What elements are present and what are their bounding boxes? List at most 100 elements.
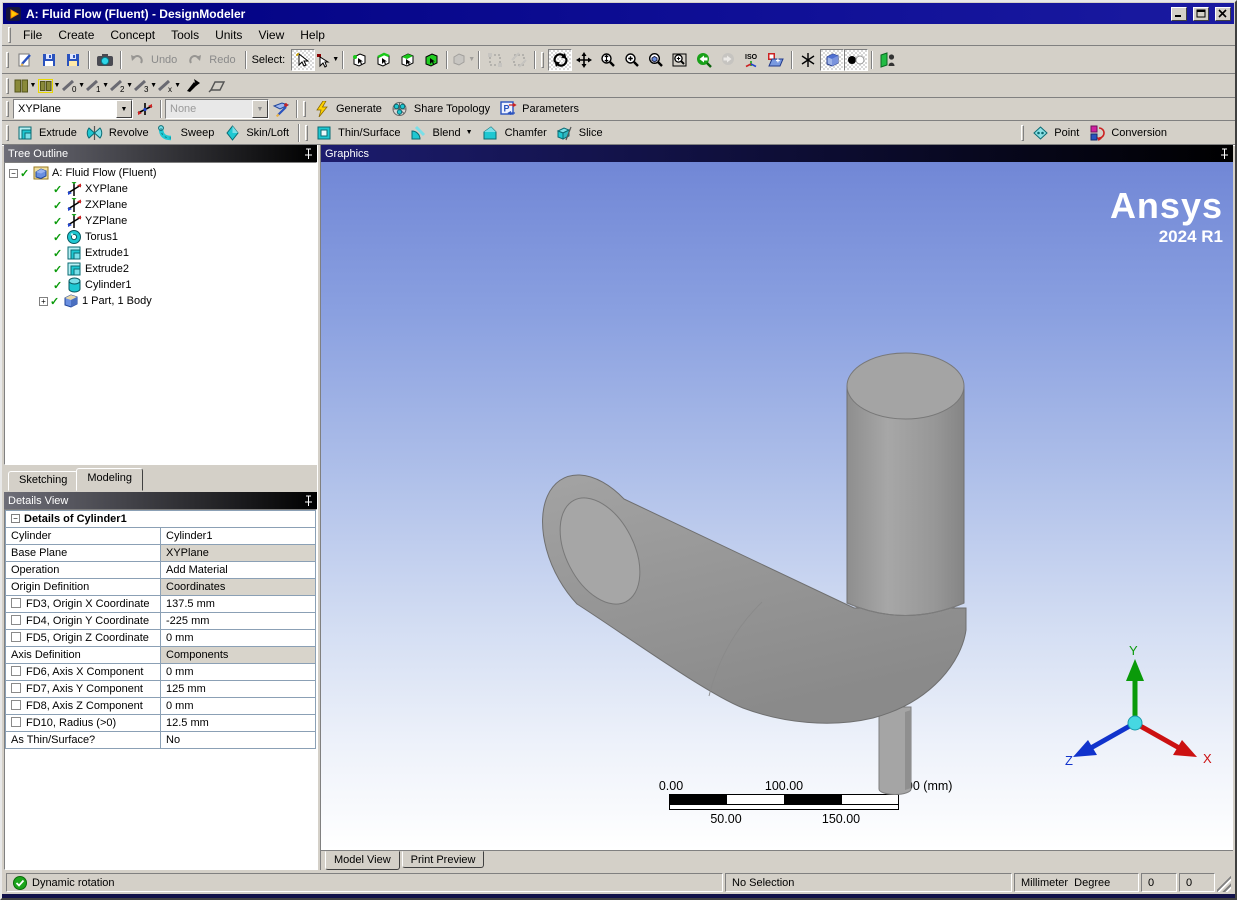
tab-model-view[interactable]: Model View: [325, 851, 400, 870]
parameter-checkbox[interactable]: [11, 717, 21, 727]
chamfer-icon[interactable]: [479, 122, 503, 144]
plane-selector[interactable]: XYPlane ▼: [13, 99, 133, 119]
previous-view-button[interactable]: [692, 49, 716, 71]
extrude-label[interactable]: Extrude: [37, 122, 83, 144]
collapse-icon[interactable]: −: [9, 169, 18, 178]
details-row-value[interactable]: No: [161, 732, 316, 749]
close-button[interactable]: [1215, 7, 1231, 21]
parameters-label[interactable]: Parameters: [520, 98, 585, 120]
vertices-display-button[interactable]: [205, 75, 229, 97]
details-row-value[interactable]: Components: [161, 647, 316, 664]
save-as-button[interactable]: [61, 49, 85, 71]
menu-concept[interactable]: Concept: [102, 26, 163, 44]
sweep-icon[interactable]: [155, 122, 179, 144]
zoom-in-button[interactable]: [620, 49, 644, 71]
maximize-button[interactable]: [1193, 7, 1209, 21]
screenshot-camera-button[interactable]: [93, 49, 117, 71]
minimize-button[interactable]: [1171, 7, 1187, 21]
new-document-button[interactable]: [13, 49, 37, 71]
axis-triad[interactable]: Y X Z: [1065, 645, 1215, 780]
menu-create[interactable]: Create: [50, 26, 102, 44]
undo-icon[interactable]: [125, 49, 149, 71]
edges-joined-0-dropdown[interactable]: 0▼: [61, 75, 85, 97]
tab-modeling[interactable]: Modeling: [76, 468, 143, 491]
select-mode-button[interactable]: [291, 49, 315, 71]
menu-file[interactable]: File: [15, 26, 50, 44]
select-body-filter-button[interactable]: [419, 49, 443, 71]
edges-joined-2-dropdown[interactable]: 2▼: [109, 75, 133, 97]
parameter-checkbox[interactable]: [11, 615, 21, 625]
resize-grip[interactable]: [1217, 873, 1231, 892]
redo-icon[interactable]: [183, 49, 207, 71]
display-points-toggle[interactable]: [844, 49, 868, 71]
viewport-3d[interactable]: Ansys 2024 R1 0.00 100.00 200.00 (mm): [321, 162, 1233, 850]
tree-item-extrude2[interactable]: ✓Extrude2: [5, 261, 316, 277]
tree-item-torus1[interactable]: ✓Torus1: [5, 229, 316, 245]
details-row-value[interactable]: 12.5 mm: [161, 715, 316, 732]
tab-sketching[interactable]: Sketching: [8, 471, 78, 491]
share-topology-icon[interactable]: [388, 98, 412, 120]
chamfer-label[interactable]: Chamfer: [503, 122, 553, 144]
select-edge-filter-button[interactable]: [371, 49, 395, 71]
skinloft-icon[interactable]: [220, 122, 244, 144]
point-icon[interactable]: [1028, 122, 1052, 144]
undo-label[interactable]: Undo: [149, 49, 183, 71]
details-row-value[interactable]: 0 mm: [161, 664, 316, 681]
extrude-icon[interactable]: [13, 122, 37, 144]
face-style-dropdown[interactable]: ▼: [13, 75, 37, 97]
next-view-button[interactable]: [716, 49, 740, 71]
parameter-checkbox[interactable]: [11, 598, 21, 608]
point-label[interactable]: Point: [1052, 122, 1085, 144]
tab-print-preview[interactable]: Print Preview: [402, 851, 485, 868]
toolbar2-grip[interactable]: [6, 78, 9, 94]
collapse-icon[interactable]: −: [11, 514, 20, 523]
menu-view[interactable]: View: [250, 26, 292, 44]
parameters-icon[interactable]: P: [496, 98, 520, 120]
menu-grip[interactable]: [8, 27, 11, 43]
menu-tools[interactable]: Tools: [163, 26, 207, 44]
menu-help[interactable]: Help: [292, 26, 333, 44]
blend-label[interactable]: Blend ▼: [431, 122, 479, 144]
display-plane-axes-button[interactable]: [796, 49, 820, 71]
pin-icon[interactable]: [304, 148, 313, 160]
revolve-icon[interactable]: [83, 122, 107, 144]
look-at-plane-button[interactable]: [764, 49, 788, 71]
plane-selector-dropdown-icon[interactable]: ▼: [116, 100, 132, 118]
details-title-row[interactable]: −Details of Cylinder1: [6, 511, 316, 528]
parameter-checkbox[interactable]: [11, 666, 21, 676]
skinloft-label[interactable]: Skin/Loft: [244, 122, 295, 144]
edge-direction-pin-button[interactable]: [181, 75, 205, 97]
parameter-checkbox[interactable]: [11, 683, 21, 693]
sketch-selector[interactable]: None ▼: [165, 99, 269, 119]
toolbar3-grip[interactable]: [6, 101, 9, 117]
tree-item-1-part-1-body[interactable]: +✓1 Part, 1 Body: [5, 293, 316, 309]
details-row-value[interactable]: 125 mm: [161, 681, 316, 698]
edges-joined-1-dropdown[interactable]: 1▼: [85, 75, 109, 97]
sketch-selector-dropdown-icon[interactable]: ▼: [252, 100, 268, 118]
toolbar4-grip[interactable]: [6, 125, 9, 141]
pin-icon[interactable]: [304, 495, 313, 507]
edges-joined-3-dropdown[interactable]: 3▼: [133, 75, 157, 97]
extend-selection-dropdown[interactable]: ▼: [451, 49, 475, 71]
pin-icon[interactable]: [1220, 148, 1229, 160]
zoom-fit-button[interactable]: [644, 49, 668, 71]
tree-item-extrude1[interactable]: ✓Extrude1: [5, 245, 316, 261]
parameter-checkbox[interactable]: [11, 700, 21, 710]
tree-item-a-fluid-flow-fluent-[interactable]: −✓A: Fluid Flow (Fluent): [5, 165, 316, 181]
menu-units[interactable]: Units: [207, 26, 250, 44]
details-row-value[interactable]: -225 mm: [161, 613, 316, 630]
tree-item-zxplane[interactable]: ✓ZXPlane: [5, 197, 316, 213]
modify-toolbar-grip[interactable]: [305, 125, 308, 141]
blend-icon[interactable]: [407, 122, 431, 144]
select-cursor-dropdown[interactable]: ▼: [315, 49, 339, 71]
conversion-label[interactable]: Conversion: [1109, 122, 1173, 144]
details-row-value[interactable]: XYPlane: [161, 545, 316, 562]
view-toolbar-grip[interactable]: [541, 52, 544, 68]
generate-toolbar-grip[interactable]: [303, 101, 306, 117]
share-topology-label[interactable]: Share Topology: [412, 98, 496, 120]
tree-item-yzplane[interactable]: ✓YZPlane: [5, 213, 316, 229]
box-zoom-button[interactable]: [668, 49, 692, 71]
details-row-value[interactable]: 137.5 mm: [161, 596, 316, 613]
zoom-button[interactable]: [596, 49, 620, 71]
conversion-icon[interactable]: [1085, 122, 1109, 144]
